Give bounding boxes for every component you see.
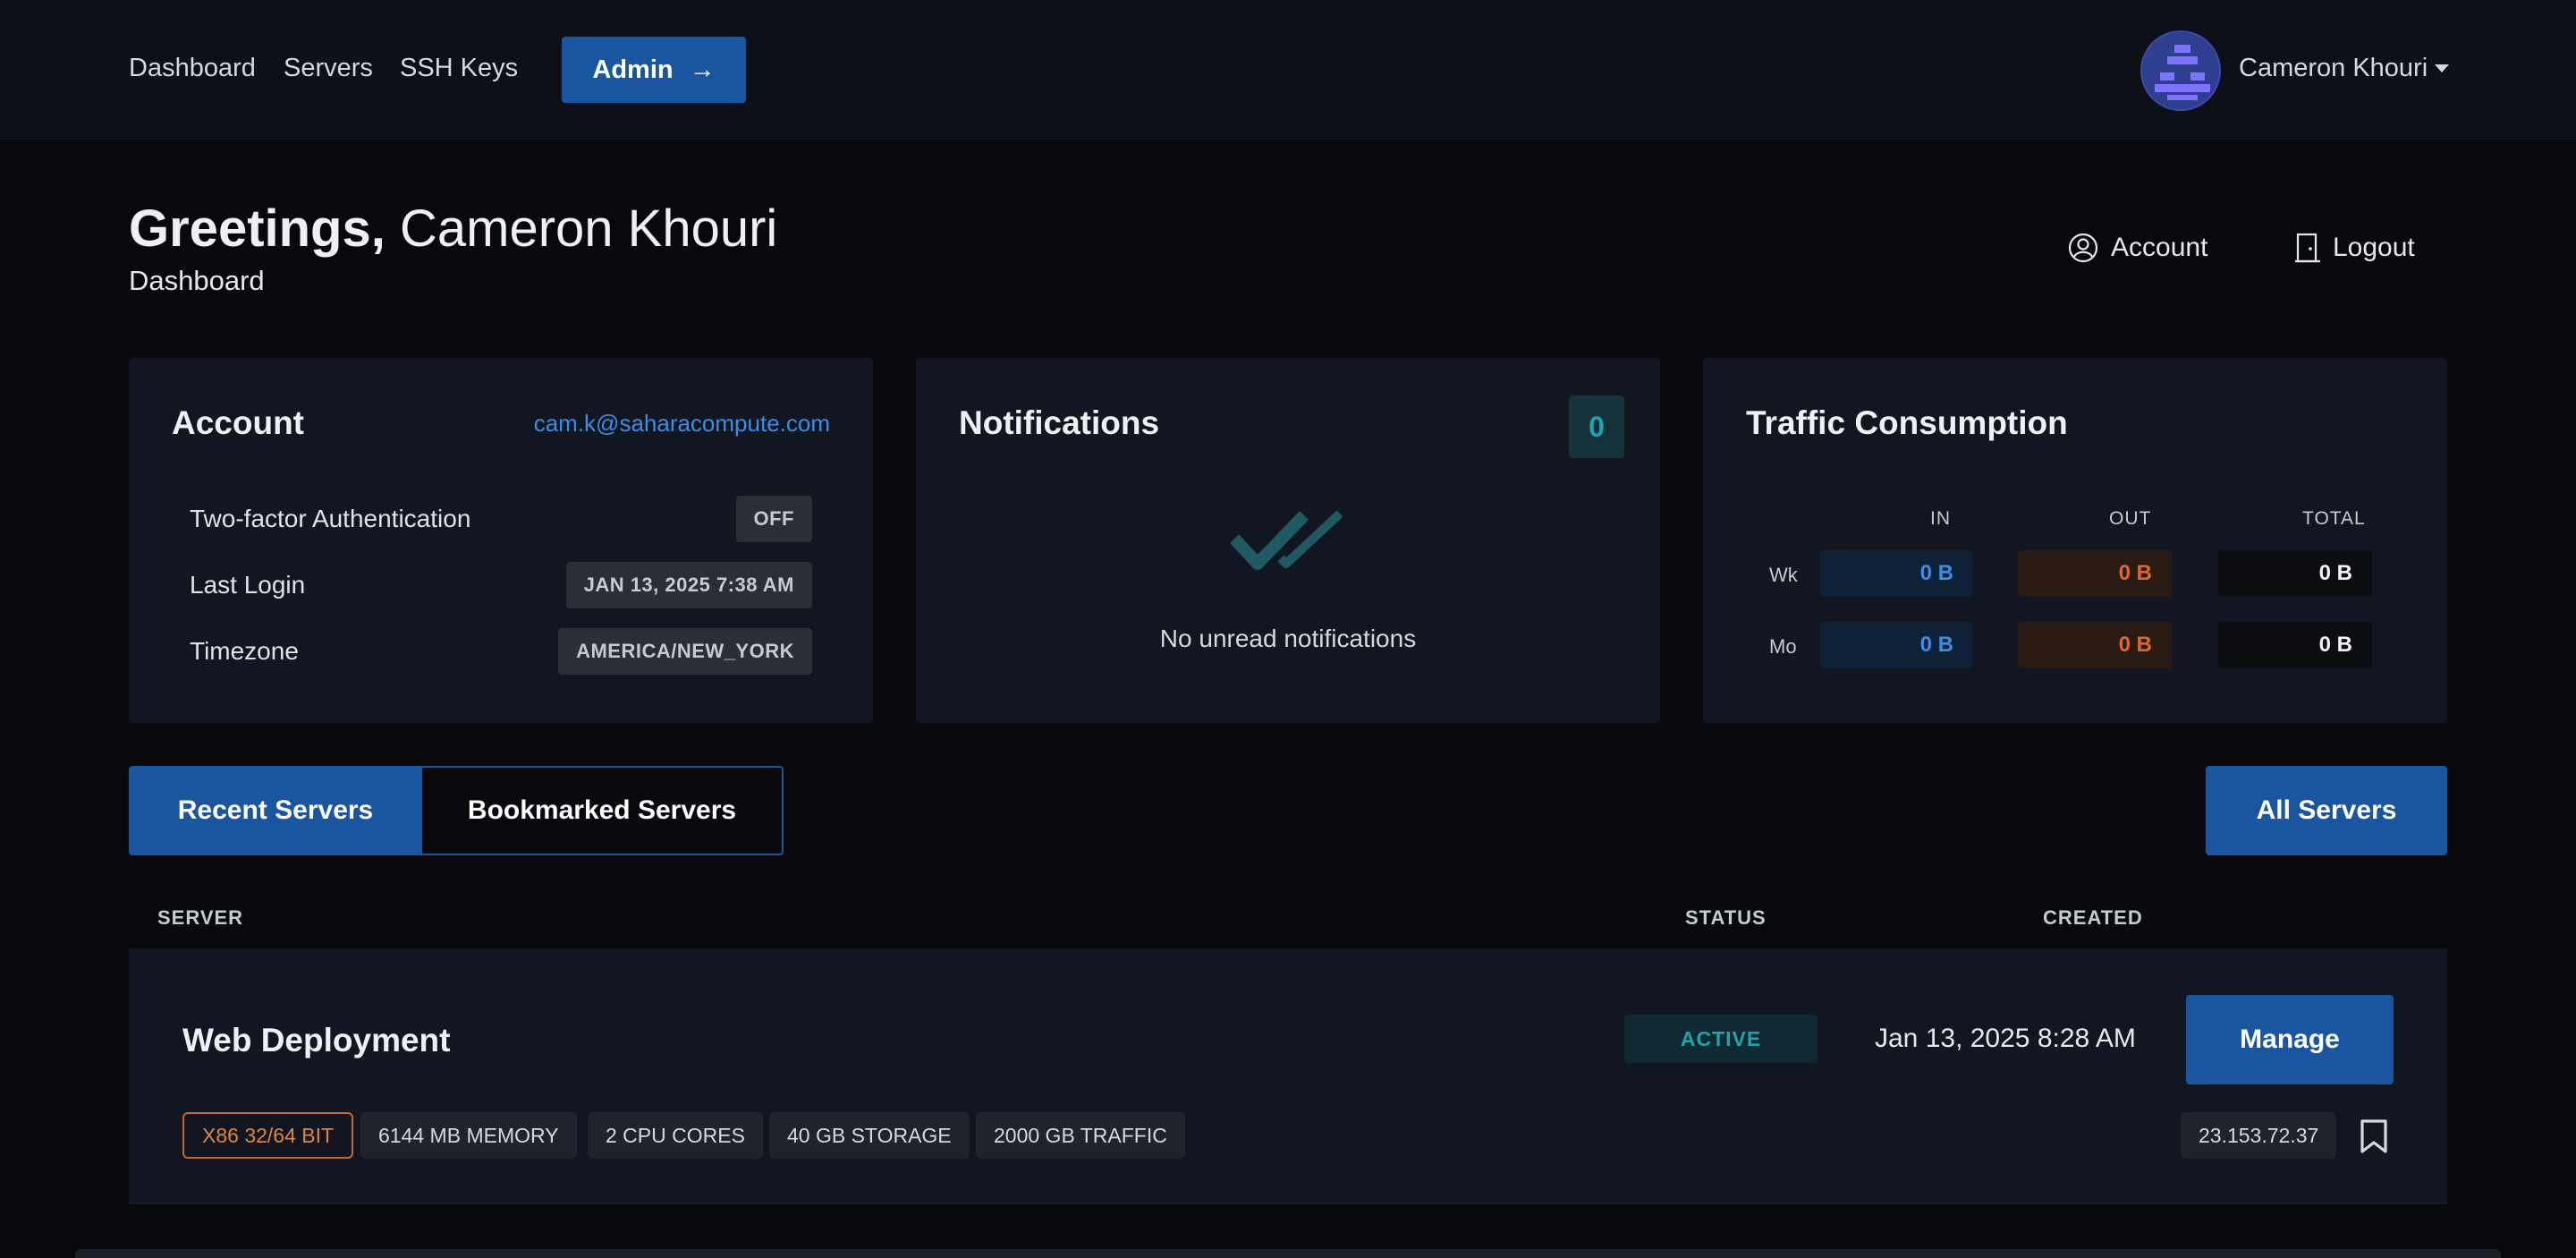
caret-down-icon [2435, 64, 2450, 72]
server-ip-badge: 23.153.72.37 [2181, 1112, 2337, 1159]
greeting-name: Cameron Khouri [399, 200, 778, 258]
server-name[interactable]: Web Deployment [182, 1022, 450, 1059]
traffic-in-header: IN [1930, 508, 1951, 529]
door-icon [2295, 233, 2320, 263]
logout-link[interactable]: Logout [2295, 233, 2415, 263]
notifications-card: Notifications 0 No unread notifications [916, 358, 1660, 723]
tab-recent-servers[interactable]: Recent Servers [129, 766, 422, 855]
traffic-card: Traffic Consumption IN OUT TOTAL Wk 0 B … [1703, 358, 2447, 723]
spec-storage-badge: 40 GB STORAGE [769, 1112, 970, 1159]
two-factor-badge: OFF [735, 496, 812, 542]
account-card-title: Account [172, 404, 304, 441]
bookmark-icon[interactable] [2358, 1118, 2390, 1154]
account-link-label: Account [2111, 233, 2208, 262]
user-circle-icon [2068, 233, 2098, 263]
table-row: Web Deployment ACTIVE Jan 13, 2025 8:28 … [129, 948, 2447, 1204]
nav-dashboard-link[interactable]: Dashboard [129, 54, 256, 83]
traffic-month-total: 0 B [2218, 622, 2372, 668]
traffic-month-in: 0 B [1819, 622, 1973, 668]
traffic-week-out: 0 B [2018, 550, 2172, 597]
traffic-month-out: 0 B [2018, 622, 2172, 668]
tab-bookmarked-servers[interactable]: Bookmarked Servers [422, 766, 784, 855]
spec-memory-badge: 6144 MB MEMORY [360, 1112, 577, 1159]
nav-servers-link[interactable]: Servers [284, 54, 373, 83]
nav-ssh-keys-link[interactable]: SSH Keys [400, 54, 518, 83]
avatar[interactable] [2140, 30, 2221, 111]
logout-link-label: Logout [2333, 233, 2415, 262]
last-login-label: Last Login [190, 571, 306, 599]
manage-button[interactable]: Manage [2186, 995, 2394, 1084]
timezone-badge: AMERICA/NEW_YORK [558, 628, 812, 675]
account-link[interactable]: Account [2068, 233, 2207, 263]
all-servers-button[interactable]: All Servers [2206, 766, 2447, 855]
admin-button[interactable]: Admin → [562, 37, 746, 103]
page-title: Greetings, Cameron Khouri [129, 199, 777, 259]
page-subtitle: Dashboard [129, 265, 265, 296]
spec-traffic-badge: 2000 GB TRAFFIC [976, 1112, 1185, 1159]
user-menu-toggle[interactable]: Cameron Khouri [2239, 54, 2450, 83]
traffic-card-title: Traffic Consumption [1746, 404, 2068, 441]
horizontal-scrollbar[interactable] [75, 1249, 2501, 1258]
column-header-server: SERVER [157, 906, 244, 929]
account-email-link[interactable]: cam.k@saharacompute.com [534, 410, 830, 438]
server-created-date: Jan 13, 2025 8:28 AM [1875, 1024, 2136, 1053]
traffic-week-in: 0 B [1819, 550, 1973, 597]
status-badge: ACTIVE [1624, 1015, 1818, 1063]
traffic-total-header: TOTAL [2302, 508, 2366, 529]
timezone-label: Timezone [190, 637, 299, 665]
notification-count-badge: 0 [1569, 395, 1624, 458]
spec-architecture-badge: X86 32/64 BIT [182, 1112, 354, 1159]
admin-button-label: Admin [592, 55, 674, 84]
avatar-identicon-icon [2142, 32, 2219, 109]
account-card: Account cam.k@saharacompute.com Two-fact… [129, 358, 873, 723]
spec-cpu-badge: 2 CPU CORES [588, 1112, 763, 1159]
column-header-created: CREATED [2043, 906, 2143, 929]
greeting-text: Greetings, [129, 200, 386, 258]
last-login-badge: JAN 13, 2025 7:38 AM [565, 562, 812, 608]
arrow-right-icon: → [689, 55, 716, 84]
empty-notifications-text: No unread notifications [1159, 625, 1417, 652]
traffic-week-total: 0 B [2218, 550, 2372, 597]
double-check-icon [1231, 510, 1343, 570]
top-navbar: Dashboard Servers SSH Keys Admin → Camer… [0, 0, 2576, 140]
notifications-card-title: Notifications [959, 404, 1160, 441]
two-factor-label: Two-factor Authentication [190, 505, 471, 532]
traffic-week-label: Wk [1769, 564, 1798, 586]
traffic-month-label: Mo [1769, 635, 1797, 658]
user-name: Cameron Khouri [2239, 54, 2428, 82]
traffic-out-header: OUT [2109, 508, 2152, 529]
column-header-status: STATUS [1685, 906, 1767, 929]
